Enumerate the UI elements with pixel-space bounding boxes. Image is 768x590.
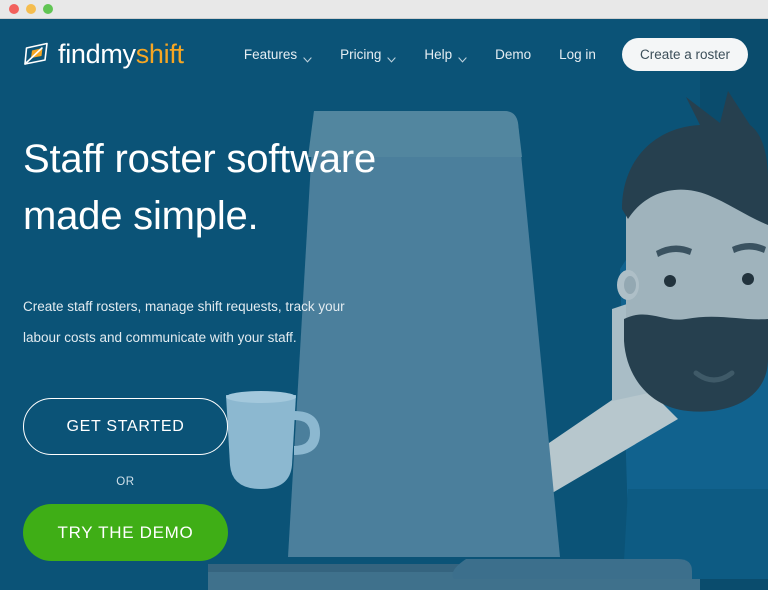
nav-label-demo: Demo — [495, 46, 532, 62]
subtitle-line-2: labour costs and communicate with your s… — [23, 330, 297, 345]
chevron-down-icon — [303, 51, 312, 63]
get-started-button[interactable]: GET STARTED — [23, 398, 228, 455]
main-navigation: Features Pricing Help Demo Log in Create… — [230, 37, 748, 71]
brand-logo[interactable]: findmyshift — [23, 39, 184, 70]
brand-wordmark: findmyshift — [58, 39, 184, 70]
subtitle-line-1: Create staff rosters, manage shift reque… — [23, 299, 345, 314]
nav-label-help: Help — [424, 46, 453, 62]
headline-line-2: made simple. — [23, 194, 259, 238]
nav-item-demo[interactable]: Demo — [481, 40, 545, 69]
nav-item-help[interactable]: Help — [410, 40, 481, 69]
page-title: Staff roster software made simple. — [23, 131, 453, 245]
headline-line-1: Staff roster software — [23, 137, 376, 181]
maximize-window-button[interactable] — [43, 4, 53, 14]
or-divider-label: OR — [116, 476, 135, 488]
create-a-roster-button[interactable]: Create a roster — [621, 37, 748, 71]
hero-actions: GET STARTED OR TRY THE DEMO — [23, 398, 453, 561]
hero-section: Staff roster software made simple. Creat… — [23, 131, 453, 561]
browser-window: findmyshift Features Pricing Help Demo L… — [0, 0, 768, 590]
site-header: findmyshift Features Pricing Help Demo L… — [0, 19, 768, 89]
minimize-window-button[interactable] — [26, 4, 36, 14]
page-content: findmyshift Features Pricing Help Demo L… — [0, 19, 768, 590]
close-window-button[interactable] — [9, 4, 19, 14]
nav-item-login[interactable]: Log in — [545, 40, 610, 69]
brand-name-part1: findmy — [58, 38, 136, 69]
chevron-down-icon — [458, 51, 467, 63]
chevron-down-icon — [387, 51, 396, 63]
brand-name-part2: shift — [135, 38, 184, 69]
nav-label-pricing: Pricing — [340, 46, 382, 62]
leaf-page-icon — [23, 41, 49, 67]
try-the-demo-button[interactable]: TRY THE DEMO — [23, 504, 228, 561]
nav-item-pricing[interactable]: Pricing — [326, 40, 410, 69]
hero-subtitle: Create staff rosters, manage shift reque… — [23, 291, 373, 353]
nav-label-login: Log in — [559, 46, 596, 62]
nav-label-features: Features — [243, 46, 298, 62]
nav-item-features[interactable]: Features — [230, 40, 326, 69]
window-titlebar — [0, 0, 768, 19]
